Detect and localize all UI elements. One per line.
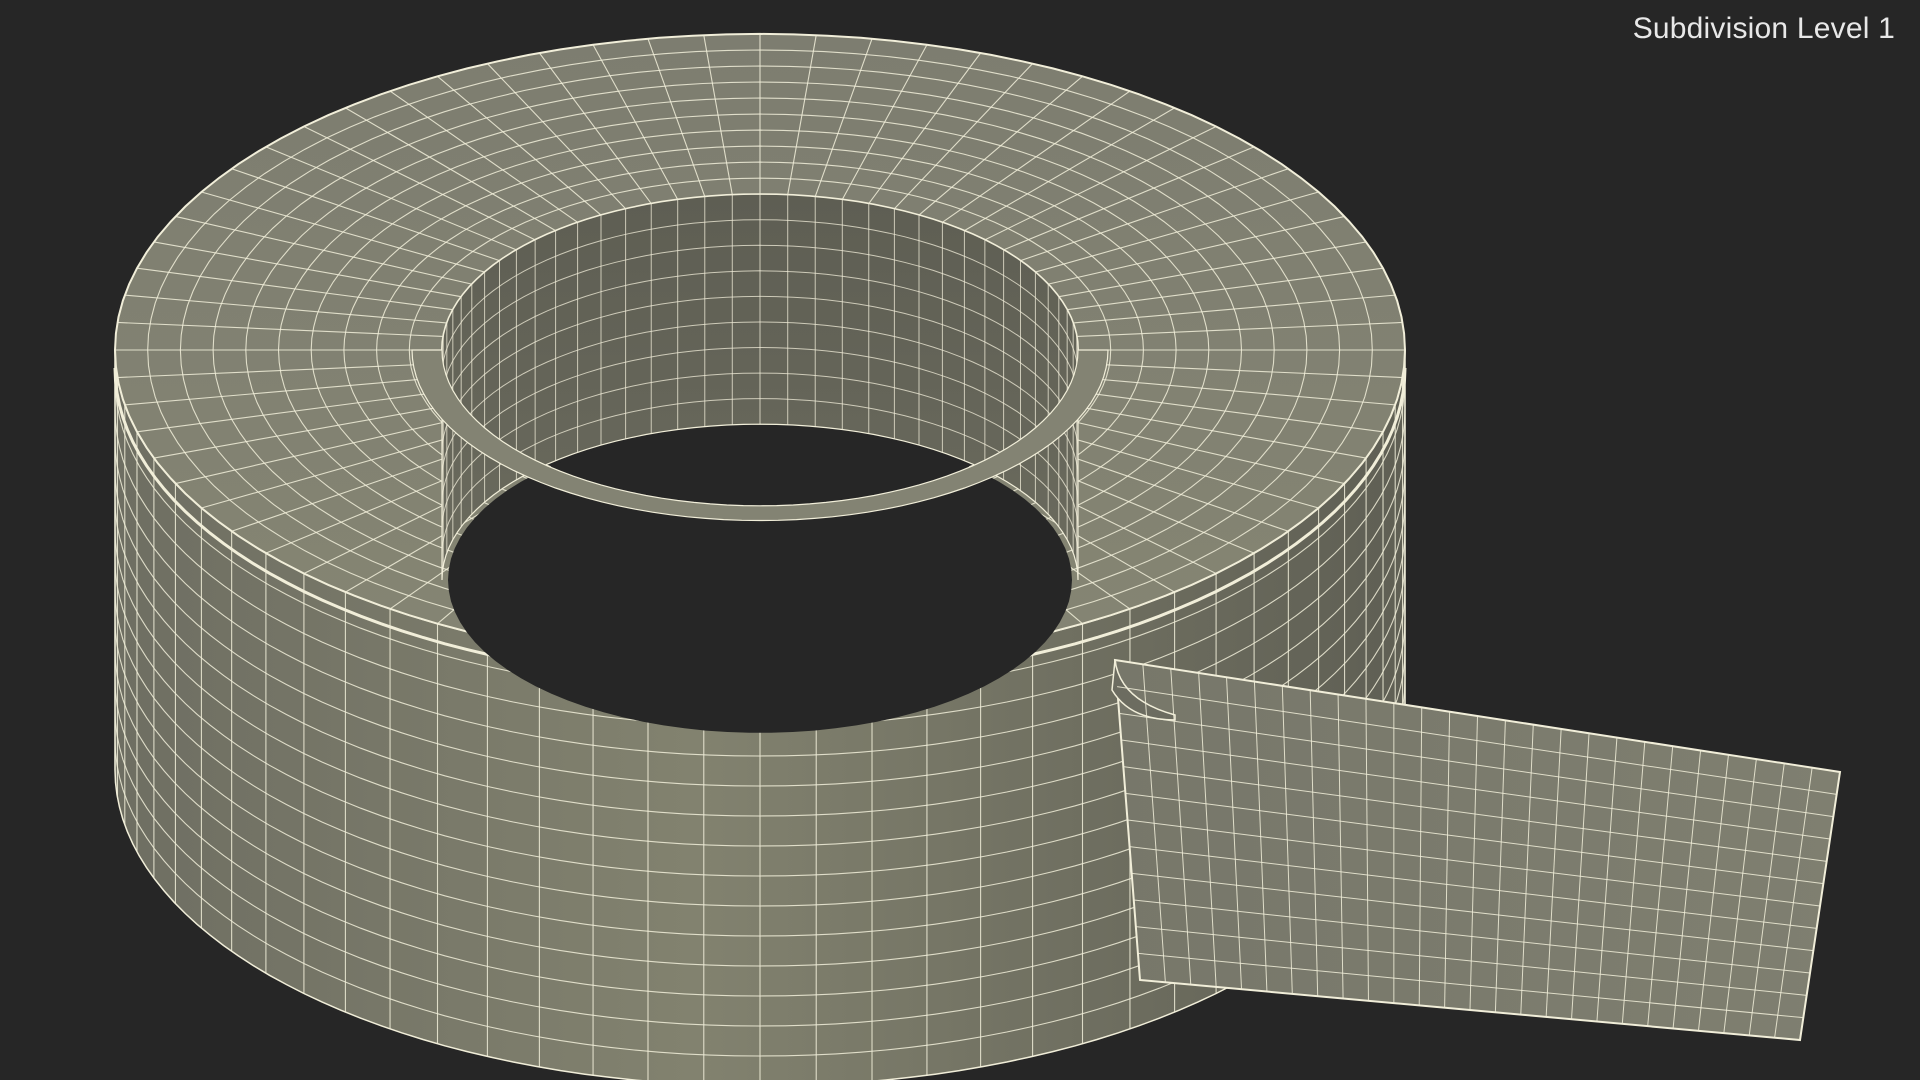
3d-viewport[interactable]: Subdivision Level 1 (0, 0, 1920, 1080)
tape-strip (1111, 658, 1842, 1042)
roll-inner-wall (411, 193, 1109, 733)
subdivision-level-label: Subdivision Level 1 (1632, 12, 1895, 45)
tape-roll-wireframe-render (113, 32, 1842, 1080)
